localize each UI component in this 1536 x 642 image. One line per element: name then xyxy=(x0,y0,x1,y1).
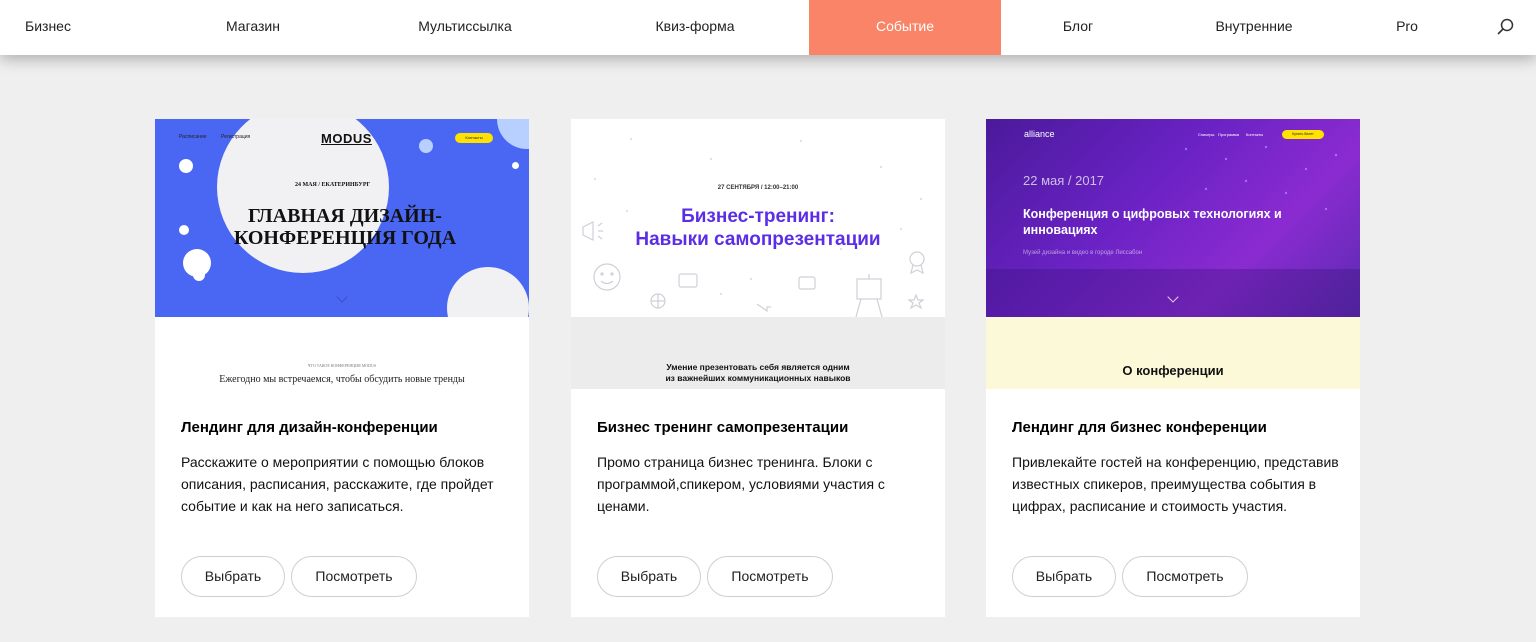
preview-nav-item: Программа xyxy=(1218,132,1239,137)
select-button[interactable]: Выбрать xyxy=(1012,556,1116,597)
preview-date: 22 мая / 2017 xyxy=(1023,173,1105,188)
preview-buy-button: Купить билет xyxy=(1282,130,1324,139)
preview-bottom xyxy=(986,317,1360,389)
preview-subtext-line: из важнейших коммуникационных навыков xyxy=(665,373,851,383)
preview-logo: alliance xyxy=(1024,129,1055,139)
preview-hero: 27 СЕНТЯБРЯ / 12:00–21:00 Бизнес-тренинг… xyxy=(571,119,945,317)
card-description: Промо страница бизнес тренинга. Блоки с … xyxy=(597,454,885,514)
preview-headline-line: Бизнес-тренинг: xyxy=(681,206,835,227)
nav-item-internal[interactable]: Внутренние xyxy=(1195,0,1313,55)
preview-hero: Расписание Регистрация MODUS Контакты 24… xyxy=(155,119,529,317)
card-title: Лендинг для бизнес конференции xyxy=(1012,419,1267,436)
preview-subtext-line: Умение презентовать себя является одним xyxy=(666,362,850,372)
nav-item-multilink[interactable]: Мультиссылка xyxy=(398,0,532,55)
nav-item-pro[interactable]: Pro xyxy=(1380,0,1434,55)
preview-headline: ГЛАВНАЯ ДИЗАЙН-КОНФЕРЕНЦИЯ ГОДА xyxy=(233,205,457,249)
preview-nav-item: Регистрация xyxy=(221,134,251,140)
nav-item-quiz-form[interactable]: Квиз-форма xyxy=(630,0,760,55)
top-navigation: Бизнес Магазин Мультиссылка Квиз-форма С… xyxy=(0,0,1536,55)
view-button[interactable]: Посмотреть xyxy=(707,556,833,597)
preview-about-heading: О конференции xyxy=(1122,363,1224,378)
template-card: Расписание Регистрация MODUS Контакты 24… xyxy=(155,119,529,617)
preview-nav-item: Расписание xyxy=(179,134,207,140)
view-button[interactable]: Посмотреть xyxy=(1122,556,1248,597)
preview-headline: Бизнес-тренинг: Навыки самопрезентации xyxy=(571,205,945,251)
decor-dot xyxy=(419,139,433,153)
card-title: Лендинг для дизайн-конференции xyxy=(181,419,438,436)
nav-item-event[interactable]: Событие xyxy=(809,0,1001,55)
decor-dot xyxy=(497,119,529,149)
view-button[interactable]: Посмотреть xyxy=(291,556,417,597)
card-description: Привлекайте гостей на конференцию, предс… xyxy=(1012,454,1339,514)
decor-dot xyxy=(179,225,189,235)
chevron-down-icon xyxy=(336,291,348,303)
preview-nav-item: Спикеры xyxy=(1198,132,1215,137)
template-preview[interactable]: 27 СЕНТЯБРЯ / 12:00–21:00 Бизнес-тренинг… xyxy=(571,119,945,389)
preview-headline-line: Навыки самопрезентации xyxy=(635,229,881,250)
preview-subtext: Ежегодно мы встречаемся, чтобы обсудить … xyxy=(219,374,465,385)
decor-dot xyxy=(512,162,519,169)
preview-subtext: Музей дизайна и видео в городе Лиссабон xyxy=(1023,250,1143,256)
nav-item-business[interactable]: Бизнес xyxy=(0,0,96,55)
preview-date: 24 МАЯ / ЕКАТЕРИНБУРГ xyxy=(295,182,371,188)
select-button[interactable]: Выбрать xyxy=(181,556,285,597)
preview-date: 27 СЕНТЯБРЯ / 12:00–21:00 xyxy=(717,185,799,191)
template-preview[interactable]: Расписание Регистрация MODUS Контакты 24… xyxy=(155,119,529,389)
decor-dot xyxy=(193,269,205,281)
search-icon[interactable] xyxy=(1496,17,1516,37)
preview-headline: Конференция о цифровых технологиях и инн… xyxy=(1023,207,1282,237)
template-card: 27 СЕНТЯБРЯ / 12:00–21:00 Бизнес-тренинг… xyxy=(571,119,945,617)
nav-item-blog[interactable]: Блог xyxy=(1040,0,1116,55)
card-description: Расскажите о мероприятии с помощью блоко… xyxy=(181,454,494,514)
template-preview[interactable]: alliance Спикеры Программа Контакты Купи… xyxy=(986,119,1360,389)
template-card: alliance Спикеры Программа Контакты Купи… xyxy=(986,119,1360,617)
select-button[interactable]: Выбрать xyxy=(597,556,701,597)
preview-caption: ЧТО ТАКОЕ КОНФЕРЕНЦИЯ MODUS xyxy=(307,363,377,368)
preview-logo: MODUS xyxy=(321,131,372,146)
decor-dot xyxy=(179,159,193,173)
preview-contacts-button: Контакты xyxy=(455,133,493,143)
preview-hero: alliance Спикеры Программа Контакты Купи… xyxy=(986,119,1360,317)
nav-item-shop[interactable]: Магазин xyxy=(197,0,309,55)
preview-nav-item: Контакты xyxy=(1246,132,1264,137)
card-title: Бизнес тренинг самопрезентации xyxy=(597,419,849,436)
preview-subtext: Умение презентовать себя является одним … xyxy=(571,362,945,384)
decor-circle xyxy=(447,267,529,317)
